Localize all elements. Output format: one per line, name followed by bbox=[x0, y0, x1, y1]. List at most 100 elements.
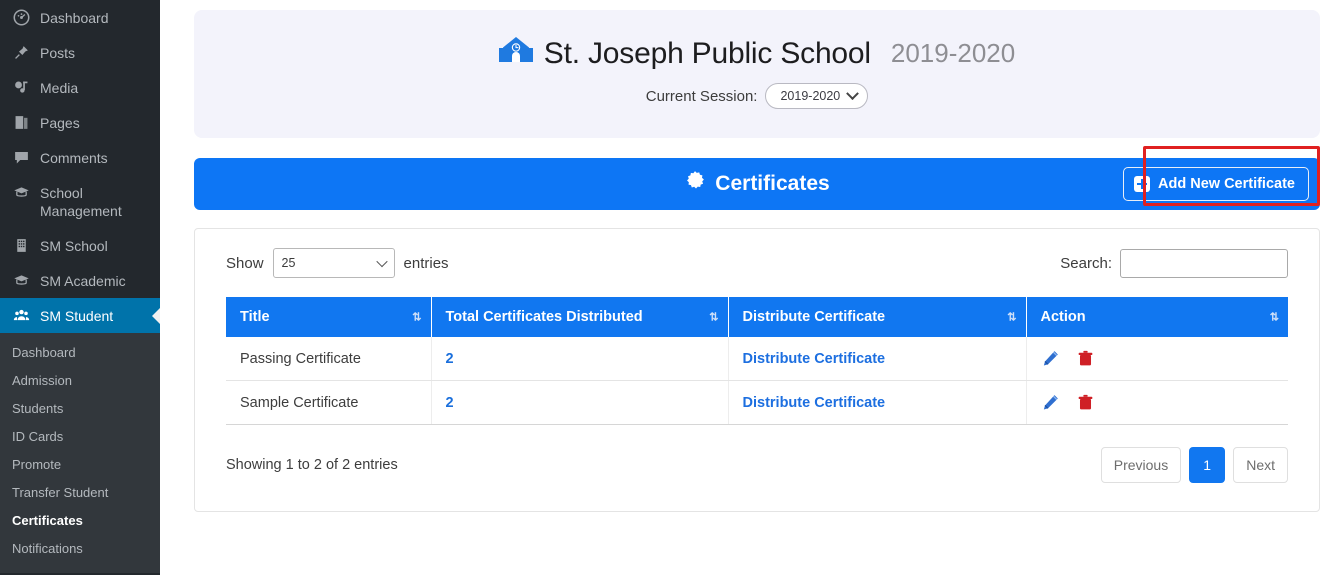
page-length-value: 25 bbox=[281, 256, 296, 270]
pencil-edit-icon[interactable] bbox=[1041, 393, 1060, 412]
pagination-page-1-button[interactable]: 1 bbox=[1189, 447, 1226, 483]
table-header-row: Title ⇅ Total Certificates Distributed ⇅… bbox=[226, 297, 1288, 337]
total-distributed-link[interactable]: 2 bbox=[446, 395, 454, 411]
certificate-seal-icon bbox=[684, 170, 706, 198]
graduation-cap-icon bbox=[11, 272, 31, 289]
comment-icon bbox=[11, 149, 31, 166]
distribute-certificate-link[interactable]: Distribute Certificate bbox=[743, 351, 886, 367]
sidebar-item-label: Posts bbox=[40, 45, 76, 61]
sidebar-subitem-admission[interactable]: Admission bbox=[0, 367, 160, 395]
add-new-certificate-label: Add New Certificate bbox=[1158, 176, 1295, 192]
sidebar-item-label: Pages bbox=[40, 115, 80, 131]
table-footer: Showing 1 to 2 of 2 entries Previous 1 N… bbox=[226, 447, 1288, 483]
school-year: 2019-2020 bbox=[890, 38, 1016, 68]
cell-total: 2 bbox=[431, 380, 729, 425]
pin-icon bbox=[11, 44, 31, 61]
sidebar-item-school-management[interactable]: School Management bbox=[0, 175, 160, 228]
row-actions bbox=[1041, 393, 1275, 412]
sidebar-item-label: SM Academic bbox=[40, 273, 126, 289]
sort-updown-icon: ⇅ bbox=[709, 311, 718, 324]
entries-info: Showing 1 to 2 of 2 entries bbox=[226, 457, 398, 473]
panel-title-group: Certificates bbox=[684, 170, 830, 198]
column-header-total-distributed[interactable]: Total Certificates Distributed ⇅ bbox=[431, 297, 729, 337]
session-select-value: 2019-2020 bbox=[780, 89, 841, 103]
cell-distribute: Distribute Certificate bbox=[728, 380, 1027, 425]
sidebar-item-media[interactable]: Media bbox=[0, 70, 160, 105]
show-entries-group: Show 25 entries bbox=[226, 248, 449, 278]
sidebar-item-comments[interactable]: Comments bbox=[0, 140, 160, 175]
school-title-row: St. Joseph Public School 2019-2020 bbox=[194, 36, 1320, 71]
certificates-panel-bar: Certificates Add New Certificate bbox=[194, 158, 1320, 210]
pagination: Previous 1 Next bbox=[1100, 447, 1288, 483]
main-content: St. Joseph Public School 2019-2020 Curre… bbox=[160, 0, 1331, 575]
panel-title: Certificates bbox=[715, 172, 830, 195]
sort-updown-icon: ⇅ bbox=[1007, 311, 1016, 324]
school-building-icon bbox=[498, 36, 533, 71]
sidebar-item-sm-school[interactable]: SM School bbox=[0, 228, 160, 263]
admin-page: Dashboard Posts Media Pages Comments Sch… bbox=[0, 0, 1331, 575]
add-new-certificate-button[interactable]: Add New Certificate bbox=[1123, 167, 1309, 201]
pagination-previous-button[interactable]: Previous bbox=[1100, 447, 1182, 483]
sort-updown-icon: ⇅ bbox=[1269, 311, 1279, 324]
table-row: Passing Certificate 2 Distribute Certifi… bbox=[226, 337, 1288, 381]
session-label: Current Session: bbox=[645, 87, 758, 105]
column-label: Total Certificates Distributed bbox=[445, 309, 643, 325]
column-header-distribute[interactable]: Distribute Certificate ⇅ bbox=[728, 297, 1027, 337]
column-header-action[interactable]: Action ⇅ bbox=[1026, 297, 1288, 337]
cell-title: Passing Certificate bbox=[226, 337, 432, 381]
plus-square-icon bbox=[1134, 176, 1151, 192]
sidebar-subitem-certificates[interactable]: Certificates bbox=[0, 507, 160, 535]
media-icon bbox=[11, 79, 31, 96]
chevron-down-icon bbox=[846, 86, 860, 100]
sidebar-item-pages[interactable]: Pages bbox=[0, 105, 160, 140]
column-header-title[interactable]: Title ⇅ bbox=[226, 297, 432, 337]
sidebar-subitem-id-cards[interactable]: ID Cards bbox=[0, 423, 160, 451]
sidebar-subitem-transfer-student[interactable]: Transfer Student bbox=[0, 479, 160, 507]
distribute-certificate-link[interactable]: Distribute Certificate bbox=[743, 395, 886, 411]
cell-title: Sample Certificate bbox=[226, 380, 432, 425]
chevron-down-icon bbox=[375, 255, 388, 268]
pencil-edit-icon[interactable] bbox=[1041, 349, 1060, 368]
sidebar-item-label: School Management bbox=[40, 185, 122, 219]
total-distributed-link[interactable]: 2 bbox=[446, 351, 454, 367]
column-label: Action bbox=[1040, 309, 1086, 325]
column-label: Title bbox=[240, 309, 270, 325]
school-header-panel: St. Joseph Public School 2019-2020 Curre… bbox=[194, 10, 1320, 138]
sidebar-item-posts[interactable]: Posts bbox=[0, 35, 160, 70]
sort-updown-icon: ⇅ bbox=[412, 311, 421, 324]
page-length-select[interactable]: 25 bbox=[272, 248, 395, 278]
sidebar-subitem-promote[interactable]: Promote bbox=[0, 451, 160, 479]
trash-delete-icon[interactable] bbox=[1076, 349, 1095, 368]
sidebar-subitem-notifications[interactable]: Notifications bbox=[0, 535, 160, 563]
page-title: St. Joseph Public School bbox=[543, 36, 871, 70]
sidebar-item-sm-academic[interactable]: SM Academic bbox=[0, 263, 160, 298]
building-icon bbox=[11, 237, 31, 254]
sidebar-item-dashboard[interactable]: Dashboard bbox=[0, 0, 160, 35]
sidebar-item-label: Media bbox=[40, 80, 79, 96]
admin-sidebar: Dashboard Posts Media Pages Comments Sch… bbox=[0, 0, 160, 575]
pages-icon bbox=[11, 114, 31, 131]
graduation-cap-icon bbox=[11, 184, 31, 201]
dashboard-icon bbox=[11, 9, 31, 26]
session-row: Current Session: 2019-2020 bbox=[194, 83, 1320, 109]
sidebar-item-label: SM Student bbox=[40, 308, 114, 324]
sidebar-subitem-dashboard[interactable]: Dashboard bbox=[0, 339, 160, 367]
table-controls: Show 25 entries Search: bbox=[226, 248, 1288, 278]
sidebar-item-label: Dashboard bbox=[40, 10, 109, 26]
cell-action bbox=[1026, 337, 1288, 381]
search-group: Search: bbox=[1060, 248, 1288, 278]
search-input[interactable] bbox=[1120, 248, 1288, 278]
trash-delete-icon[interactable] bbox=[1076, 393, 1095, 412]
table-row: Sample Certificate 2 Distribute Certific… bbox=[226, 380, 1288, 425]
show-label: Show bbox=[226, 254, 264, 272]
session-select[interactable]: 2019-2020 bbox=[765, 83, 869, 109]
table-head: Title ⇅ Total Certificates Distributed ⇅… bbox=[226, 297, 1288, 337]
pagination-next-button[interactable]: Next bbox=[1233, 447, 1288, 483]
table-body: Passing Certificate 2 Distribute Certifi… bbox=[226, 337, 1288, 425]
sidebar-item-sm-student[interactable]: SM Student bbox=[0, 298, 160, 333]
sidebar-subitem-students[interactable]: Students bbox=[0, 395, 160, 423]
sidebar-submenu-sm-student: Dashboard Admission Students ID Cards Pr… bbox=[0, 333, 160, 573]
sidebar-item-label: SM School bbox=[40, 238, 108, 254]
column-label: Distribute Certificate bbox=[742, 309, 886, 325]
cell-action bbox=[1026, 380, 1288, 425]
